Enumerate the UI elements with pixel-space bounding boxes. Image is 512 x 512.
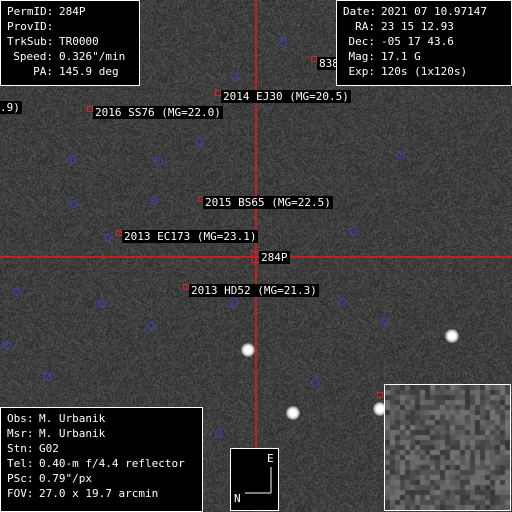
- field-label: Tel:: [7, 457, 34, 470]
- field-label: Dec:: [348, 35, 376, 48]
- star-circle: [349, 227, 358, 236]
- field-value: 0.79"/px: [39, 472, 92, 485]
- field-label: RA:: [355, 20, 375, 33]
- asteroid-label-2014-ej30: 2014 EJ30 (MG=20.5): [221, 90, 351, 103]
- field-label: Stn:: [7, 442, 34, 455]
- field-value: 0.40-m f/4.4 reflector: [39, 457, 185, 470]
- asteroid-marker: [377, 392, 383, 398]
- field-label: Obs:: [7, 412, 34, 425]
- observer-info-panel: Obs: M. Urbanik Msr: M. Urbanik Stn: G02 Tel: 0…: [0, 407, 203, 512]
- star-circle: [231, 73, 239, 81]
- field-label: FOV:: [7, 487, 34, 500]
- field-value: [53, 19, 59, 34]
- observer-info-row: Tel: 0.40-m f/4.4 reflector: [7, 456, 196, 471]
- star-circle: [70, 200, 78, 208]
- star-circle: [44, 373, 52, 381]
- target-info-row: Speed: 0.326"/min: [7, 49, 133, 64]
- star-circle: [13, 288, 21, 296]
- asteroid-label-2013-ec173: 2013 EC173 (MG=23.1): [122, 230, 259, 243]
- star-circle: [97, 300, 105, 308]
- observation-info-panel: Date: 2021 07 10.97147 RA: 23 15 12.93 Dec: -…: [336, 0, 512, 86]
- observer-info-row: FOV: 27.0 x 19.7 arcmin: [7, 486, 196, 501]
- asteroid-label-2015-bs65: 2015 BS65 (MG=22.5): [203, 196, 333, 209]
- field-value: M. Urbanik: [39, 412, 106, 425]
- field-label: TrkSub:: [7, 35, 54, 48]
- field-label: Exp:: [348, 65, 376, 78]
- field-label: Msr:: [7, 427, 34, 440]
- star-circle: [68, 155, 77, 164]
- compass-north-label: N: [234, 492, 241, 505]
- star-circle: [279, 38, 287, 46]
- target-zoom-thumbnail: [384, 384, 511, 511]
- field-value: G02: [39, 442, 59, 455]
- observer-info-row: Msr: M. Urbanik: [7, 426, 196, 441]
- asteroid-label-2013-hd52: 2013 HD52 (MG=21.3): [189, 284, 319, 297]
- star-circle: [3, 341, 11, 349]
- field-value: 23 15 12.93: [381, 20, 454, 33]
- field-value: 17.1 G: [381, 50, 421, 63]
- observation-info-row: Exp: 120s (1x120s): [343, 64, 505, 79]
- star-circle: [397, 151, 405, 159]
- field-value: TR0000: [59, 35, 99, 48]
- field-label: PermID:: [7, 5, 54, 18]
- asteroid-label-partial-left: .9): [0, 101, 22, 114]
- star-circle: [196, 138, 204, 146]
- observation-info-row: Mag: 17.1 G: [343, 49, 505, 64]
- target-info-row: ProvID:: [7, 19, 133, 34]
- astrometry-image-viewer: 2014 EJ30 (MG=20.5) 2016 SS76 (MG=22.0) …: [0, 0, 512, 512]
- compass-east-label: E: [267, 452, 274, 465]
- star-circle: [147, 322, 155, 330]
- observer-info-row: Obs: M. Urbanik: [7, 411, 196, 426]
- bright-star: [241, 343, 255, 357]
- star-circle: [215, 430, 223, 438]
- target-info-row: PA: 145.9 deg: [7, 64, 133, 79]
- bright-star: [286, 406, 300, 420]
- field-value: -05 17 43.6: [381, 35, 454, 48]
- observation-info-row: Date: 2021 07 10.97147: [343, 4, 505, 19]
- star-circle: [104, 233, 112, 241]
- observation-info-row: RA: 23 15 12.93: [343, 19, 505, 34]
- field-label: Date:: [343, 5, 377, 18]
- observer-info-row: PSc: 0.79"/px: [7, 471, 196, 486]
- star-circle: [154, 157, 163, 166]
- field-value: 145.9 deg: [59, 65, 119, 78]
- field-value: 27.0 x 19.7 arcmin: [39, 487, 159, 500]
- star-circle: [338, 298, 346, 306]
- star-circle: [380, 318, 388, 326]
- field-label: PA:: [33, 65, 53, 78]
- star-circle: [150, 197, 158, 205]
- field-value: 284P: [59, 5, 86, 18]
- field-label: ProvID:: [7, 20, 54, 33]
- target-label: 284P: [259, 251, 290, 264]
- observation-info-row: Dec: -05 17 43.6: [343, 34, 505, 49]
- field-value: 120s (1x120s): [381, 65, 468, 78]
- field-label: Speed:: [13, 50, 53, 63]
- observer-info-row: Stn: G02: [7, 441, 196, 456]
- target-info-row: TrkSub: TR0000: [7, 34, 133, 49]
- field-value: M. Urbanik: [39, 427, 106, 440]
- field-value: 0.326"/min: [59, 50, 126, 63]
- asteroid-label-2016-ss76: 2016 SS76 (MG=22.0): [93, 106, 223, 119]
- field-label: Mag:: [348, 50, 376, 63]
- target-info-row: PermID: 284P: [7, 4, 133, 19]
- bright-star: [445, 329, 459, 343]
- field-label: PSc:: [7, 472, 34, 485]
- star-circle: [229, 298, 238, 307]
- star-circle: [311, 378, 319, 386]
- orientation-compass: E N: [230, 448, 279, 511]
- target-info-panel: PermID: 284P ProvID: TrkSub: TR0000 Speed: 0.3…: [0, 0, 140, 86]
- field-value: 2021 07 10.97147: [381, 5, 487, 18]
